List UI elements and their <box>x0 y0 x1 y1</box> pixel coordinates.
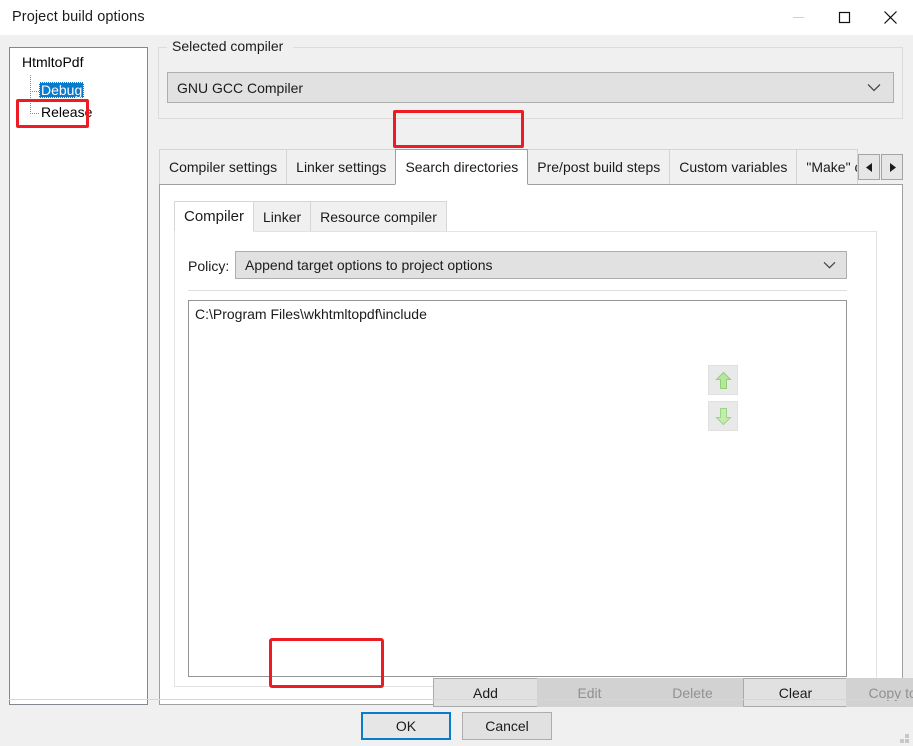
caret-left-icon <box>865 162 872 172</box>
minimize-icon <box>792 16 804 18</box>
tab-make-commands[interactable]: "Make" c <box>796 149 858 185</box>
window-controls <box>775 0 913 34</box>
minimize-button[interactable] <box>775 0 821 34</box>
maximize-icon <box>838 11 850 23</box>
inner-tab-compiler[interactable]: Compiler <box>174 201 255 232</box>
annotation-highlight-debug <box>16 99 89 128</box>
tree-connector-debug <box>30 91 39 92</box>
close-icon <box>883 10 897 24</box>
search-directories-page: Compiler Linker Resource compiler Policy… <box>159 184 913 707</box>
selected-compiler-legend: Selected compiler <box>168 38 288 54</box>
list-item[interactable]: C:\Program Files\wkhtmltopdf\include <box>189 301 846 322</box>
maximize-button[interactable] <box>821 0 867 34</box>
inner-tab-linker[interactable]: Linker <box>253 201 312 232</box>
inner-tab-resource-compiler[interactable]: Resource compiler <box>310 201 447 232</box>
tab-scroll-controls <box>857 149 903 185</box>
close-button[interactable] <box>867 0 913 34</box>
reorder-buttons <box>708 365 742 447</box>
target-tree-panel[interactable]: HtmltoPdf Debug Release <box>9 47 148 705</box>
chevron-down-icon <box>867 83 881 92</box>
tab-custom-variables[interactable]: Custom variables <box>669 149 798 185</box>
tab-pre-post-build-steps[interactable]: Pre/post build steps <box>527 149 671 185</box>
compiler-dropdown[interactable]: GNU GCC Compiler <box>167 72 894 103</box>
compiler-dropdown-value: GNU GCC Compiler <box>177 79 304 96</box>
tree-item-project[interactable]: HtmltoPdf <box>22 54 83 70</box>
chevron-down-icon <box>823 261 836 269</box>
arrow-up-icon <box>714 371 732 389</box>
group-border-top-left <box>159 47 167 48</box>
options-pane: Selected compiler GNU GCC Compiler Compi… <box>158 38 913 707</box>
resize-grip[interactable] <box>896 730 909 743</box>
tree-item-debug[interactable]: Debug <box>39 82 85 98</box>
cancel-button[interactable]: Cancel <box>462 712 552 740</box>
tab-scroll-right-button[interactable] <box>881 154 903 180</box>
tab-search-directories[interactable]: Search directories <box>395 149 529 185</box>
policy-label: Policy: <box>188 258 230 274</box>
group-border-top-right <box>293 47 902 48</box>
policy-dropdown-value: Append target options to project options <box>245 257 493 273</box>
title-bar: Project build options <box>0 0 913 34</box>
policy-dropdown[interactable]: Append target options to project options <box>235 251 847 279</box>
policy-separator <box>188 290 847 291</box>
search-directories-list[interactable]: C:\Program Files\wkhtmltopdf\include <box>188 300 847 677</box>
dialog-body: HtmltoPdf Debug Release Selected compile… <box>0 35 913 746</box>
move-down-button[interactable] <box>708 401 738 431</box>
caret-right-icon <box>889 162 896 172</box>
outer-tab-strip[interactable]: Compiler settings Linker settings Search… <box>159 149 903 185</box>
arrow-down-icon <box>714 407 732 425</box>
inner-tab-strip[interactable]: Compiler Linker Resource compiler <box>174 201 447 232</box>
tab-compiler-settings[interactable]: Compiler settings <box>159 149 288 185</box>
ok-button[interactable]: OK <box>361 712 451 740</box>
dialog-footer: OK Cancel <box>0 700 913 746</box>
compiler-search-dirs-panel: Policy: Append target options to project… <box>174 231 877 687</box>
tab-scroll-left-button[interactable] <box>858 154 880 180</box>
window-title: Project build options <box>12 9 145 25</box>
tab-linker-settings[interactable]: Linker settings <box>286 149 397 185</box>
move-up-button[interactable] <box>708 365 738 395</box>
